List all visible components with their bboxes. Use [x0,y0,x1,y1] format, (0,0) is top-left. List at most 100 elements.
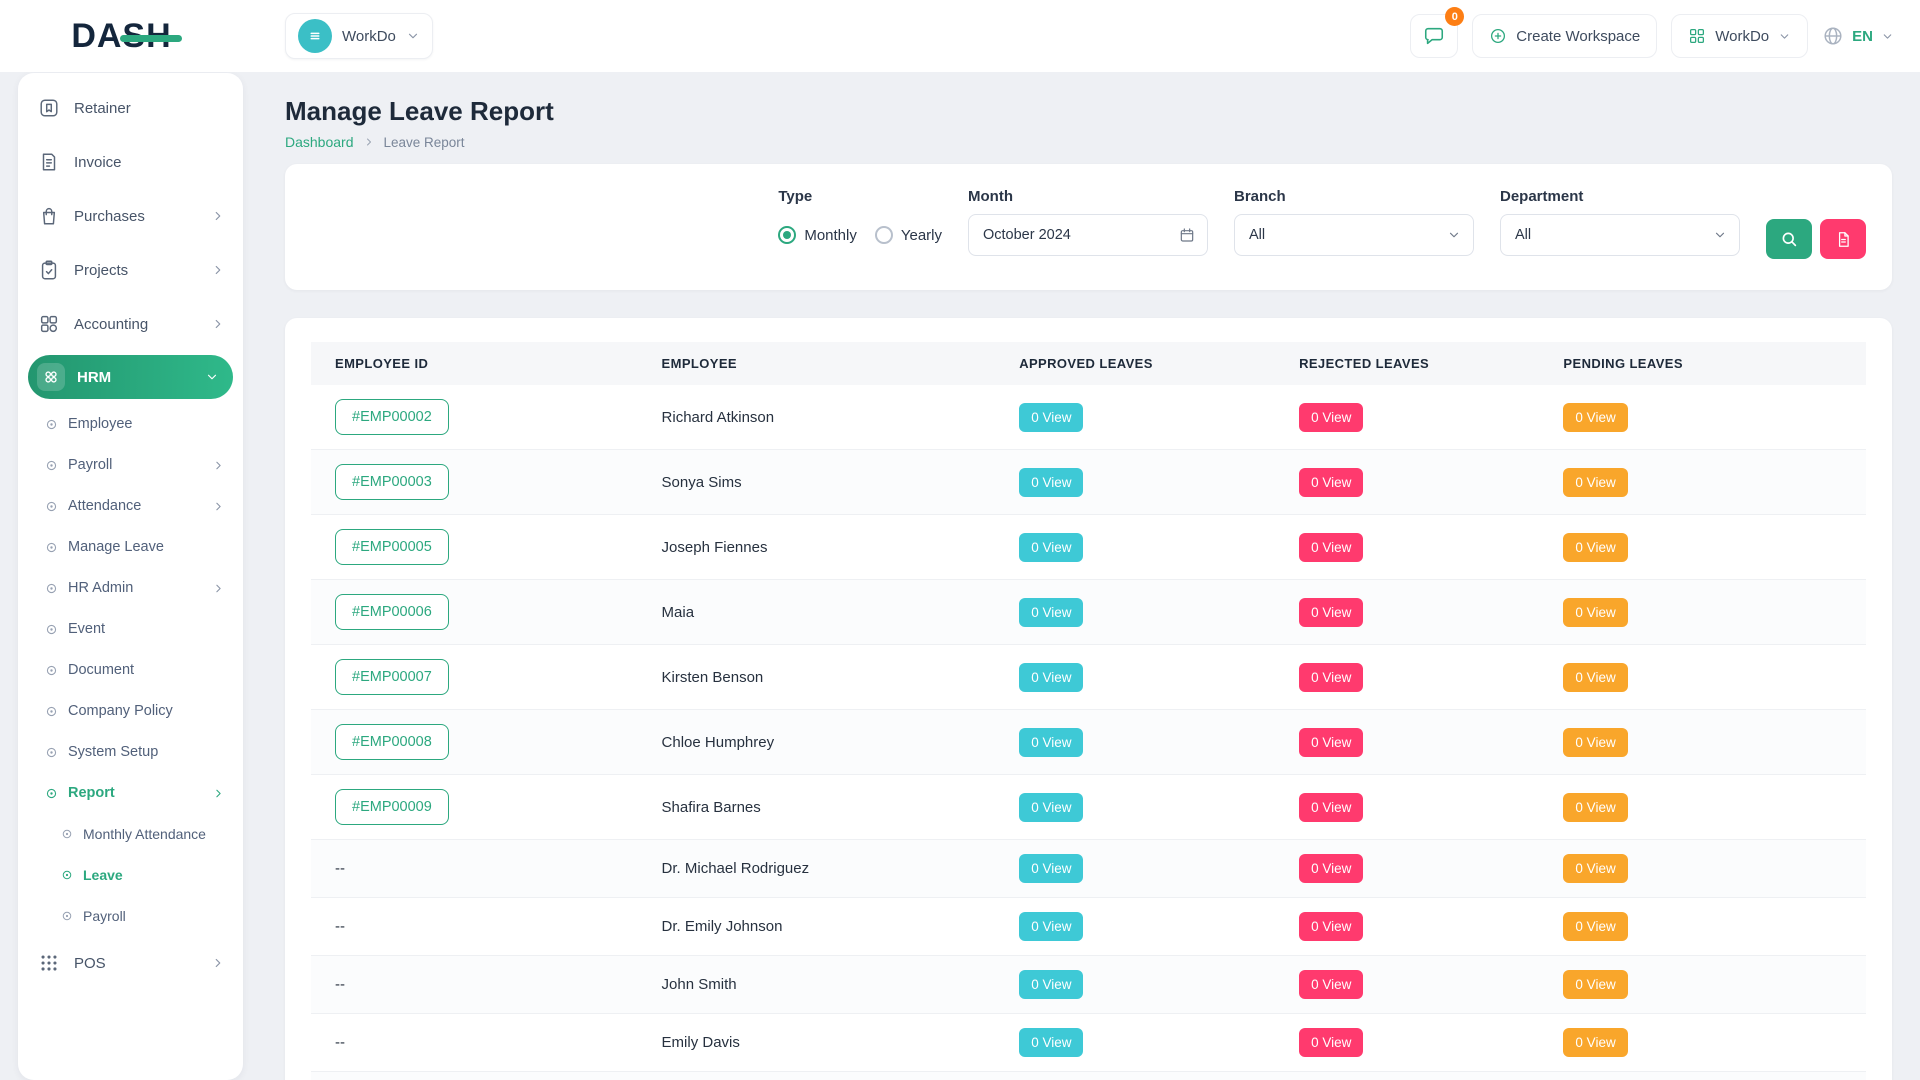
rejected-leaves-view-button[interactable]: 0 View [1299,663,1363,692]
chevron-right-icon [363,136,375,148]
rejected-leaves-view-button[interactable]: 0 View [1299,970,1363,999]
sidebar-item-system-setup[interactable]: System Setup [28,735,233,769]
employee-id-cell: #EMP00002 [311,385,638,450]
approved-leaves-view-button[interactable]: 0 View [1019,663,1083,692]
pending-leaves-view-button[interactable]: 0 View [1563,663,1627,692]
approved-leaves-view-button[interactable]: 0 View [1019,403,1083,432]
pending-leaves-view-button[interactable]: 0 View [1563,854,1627,883]
sidebar-item-document[interactable]: Document [28,653,233,687]
branch-select[interactable]: All [1234,214,1474,256]
logo-swoosh [120,35,182,42]
approved-leaves-view-button[interactable]: 0 View [1019,970,1083,999]
sidebar-item-pos[interactable]: POS [28,940,233,986]
table-body: #EMP00002 Richard Atkinson 0 View 0 View… [311,385,1866,1080]
sidebar-item-employee[interactable]: Employee [28,407,233,441]
bullet-icon [45,541,58,554]
pending-leaves-view-button[interactable]: 0 View [1563,970,1627,999]
employee-id-button[interactable]: #EMP00007 [335,659,449,695]
approved-leaves-view-button[interactable]: 0 View [1019,533,1083,562]
approved-leaves-cell: 0 View [995,515,1275,580]
rejected-leaves-view-button[interactable]: 0 View [1299,598,1363,627]
approved-leaves-view-button[interactable]: 0 View [1019,1028,1083,1057]
sidebar-item-leave[interactable]: Leave [28,858,233,892]
bullet-icon [45,623,58,636]
sidebar-item-hrm[interactable]: HRM [28,355,233,399]
pending-leaves-view-button[interactable]: 0 View [1563,728,1627,757]
employee-name-cell: John Smith [638,956,996,1014]
sidebar-item-purchases[interactable]: Purchases [28,193,233,239]
bullet-icon [61,869,73,881]
month-input[interactable]: October 2024 [968,214,1208,256]
employee-id-button[interactable]: #EMP00002 [335,399,449,435]
sidebar-item-report-payroll[interactable]: Payroll [28,899,233,933]
rejected-leaves-view-button[interactable]: 0 View [1299,468,1363,497]
employee-id-cell: #EMP00007 [311,645,638,710]
sidebar-item-hr-admin[interactable]: HR Admin [28,571,233,605]
pending-leaves-view-button[interactable]: 0 View [1563,533,1627,562]
type-radio-yearly[interactable]: Yearly [875,226,942,244]
app-logo[interactable]: DASH [71,19,171,53]
rejected-leaves-view-button[interactable]: 0 View [1299,1028,1363,1057]
branch-value: All [1249,227,1265,243]
employee-name-cell: Maia [638,580,996,645]
type-radio-monthly[interactable]: Monthly [778,226,857,244]
sidebar-item-manage-leave[interactable]: Manage Leave [28,530,233,564]
approved-leaves-cell: 0 View [995,385,1275,450]
sidebar-item-attendance[interactable]: Attendance [28,489,233,523]
sidebar-item-label: Event [68,621,225,637]
approved-leaves-view-button[interactable]: 0 View [1019,728,1083,757]
rejected-leaves-view-button[interactable]: 0 View [1299,854,1363,883]
sidebar-item-company-policy[interactable]: Company Policy [28,694,233,728]
approved-leaves-view-button[interactable]: 0 View [1019,854,1083,883]
pending-leaves-view-button[interactable]: 0 View [1563,403,1627,432]
pending-leaves-cell: 0 View [1539,775,1866,840]
rejected-leaves-view-button[interactable]: 0 View [1299,533,1363,562]
rejected-leaves-view-button[interactable]: 0 View [1299,728,1363,757]
rejected-leaves-view-button[interactable]: 0 View [1299,793,1363,822]
chevron-right-icon [211,263,225,277]
month-label: Month [968,188,1208,205]
pending-leaves-view-button[interactable]: 0 View [1563,468,1627,497]
search-button[interactable] [1766,219,1812,259]
breadcrumb: Dashboard Leave Report [285,134,1892,150]
sidebar-item-retainer[interactable]: Retainer [28,85,233,131]
workdo-menu-button[interactable]: WorkDo [1671,14,1808,58]
pending-leaves-view-button[interactable]: 0 View [1563,912,1627,941]
table-row: #EMP00002 Richard Atkinson 0 View 0 View… [311,385,1866,450]
rejected-leaves-view-button[interactable]: 0 View [1299,403,1363,432]
employee-id-button[interactable]: #EMP00003 [335,464,449,500]
employee-id-button[interactable]: #EMP00006 [335,594,449,630]
export-button[interactable] [1820,219,1866,259]
employee-id-text: -- [335,918,345,935]
sidebar-item-report[interactable]: Report [28,776,233,810]
pending-leaves-view-button[interactable]: 0 View [1563,793,1627,822]
employee-id-button[interactable]: #EMP00008 [335,724,449,760]
employee-id-text: -- [335,860,345,877]
sidebar-item-payroll[interactable]: Payroll [28,448,233,482]
calendar-icon [1179,227,1195,243]
language-selector[interactable]: EN [1822,25,1894,47]
pending-leaves-view-button[interactable]: 0 View [1563,1028,1627,1057]
workspace-switcher[interactable]: WorkDo [285,13,433,59]
approved-leaves-view-button[interactable]: 0 View [1019,793,1083,822]
messages-button[interactable]: 0 [1410,14,1458,58]
type-label: Type [778,188,942,205]
rejected-leaves-cell: 0 View [1275,710,1539,775]
sidebar-item-projects[interactable]: Projects [28,247,233,293]
employee-name-cell: Richard Atkinson [638,385,996,450]
sidebar-item-monthly-attendance[interactable]: Monthly Attendance [28,817,233,851]
pending-leaves-view-button[interactable]: 0 View [1563,598,1627,627]
workspace-name: WorkDo [342,28,396,45]
sidebar-item-accounting[interactable]: Accounting [28,301,233,347]
department-select[interactable]: All [1500,214,1740,256]
rejected-leaves-view-button[interactable]: 0 View [1299,912,1363,941]
approved-leaves-view-button[interactable]: 0 View [1019,598,1083,627]
sidebar-item-invoice[interactable]: Invoice [28,139,233,185]
create-workspace-button[interactable]: Create Workspace [1472,14,1657,58]
breadcrumb-dashboard-link[interactable]: Dashboard [285,134,354,150]
approved-leaves-view-button[interactable]: 0 View [1019,468,1083,497]
sidebar-item-event[interactable]: Event [28,612,233,646]
approved-leaves-view-button[interactable]: 0 View [1019,912,1083,941]
employee-id-button[interactable]: #EMP00009 [335,789,449,825]
employee-id-button[interactable]: #EMP00005 [335,529,449,565]
